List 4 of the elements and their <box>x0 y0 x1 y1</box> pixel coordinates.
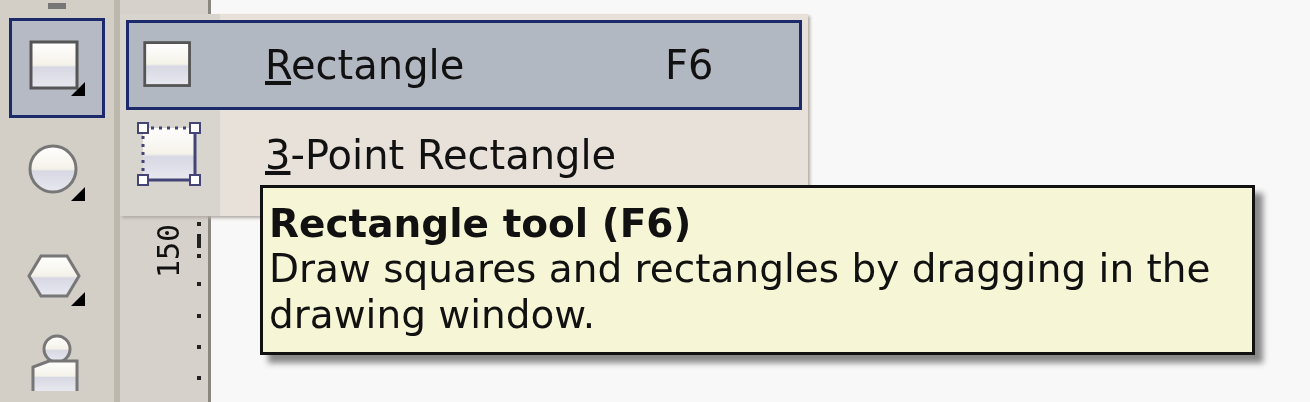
menu-item[interactable]: Rectangle F6 <box>126 20 802 110</box>
tooltip-text: Draw squares and rectangles by dragging in the drawing window. <box>269 246 1212 338</box>
tooltip-title: Rectangle tool (F6) <box>269 202 693 246</box>
ruler-label: 150 <box>154 223 184 278</box>
